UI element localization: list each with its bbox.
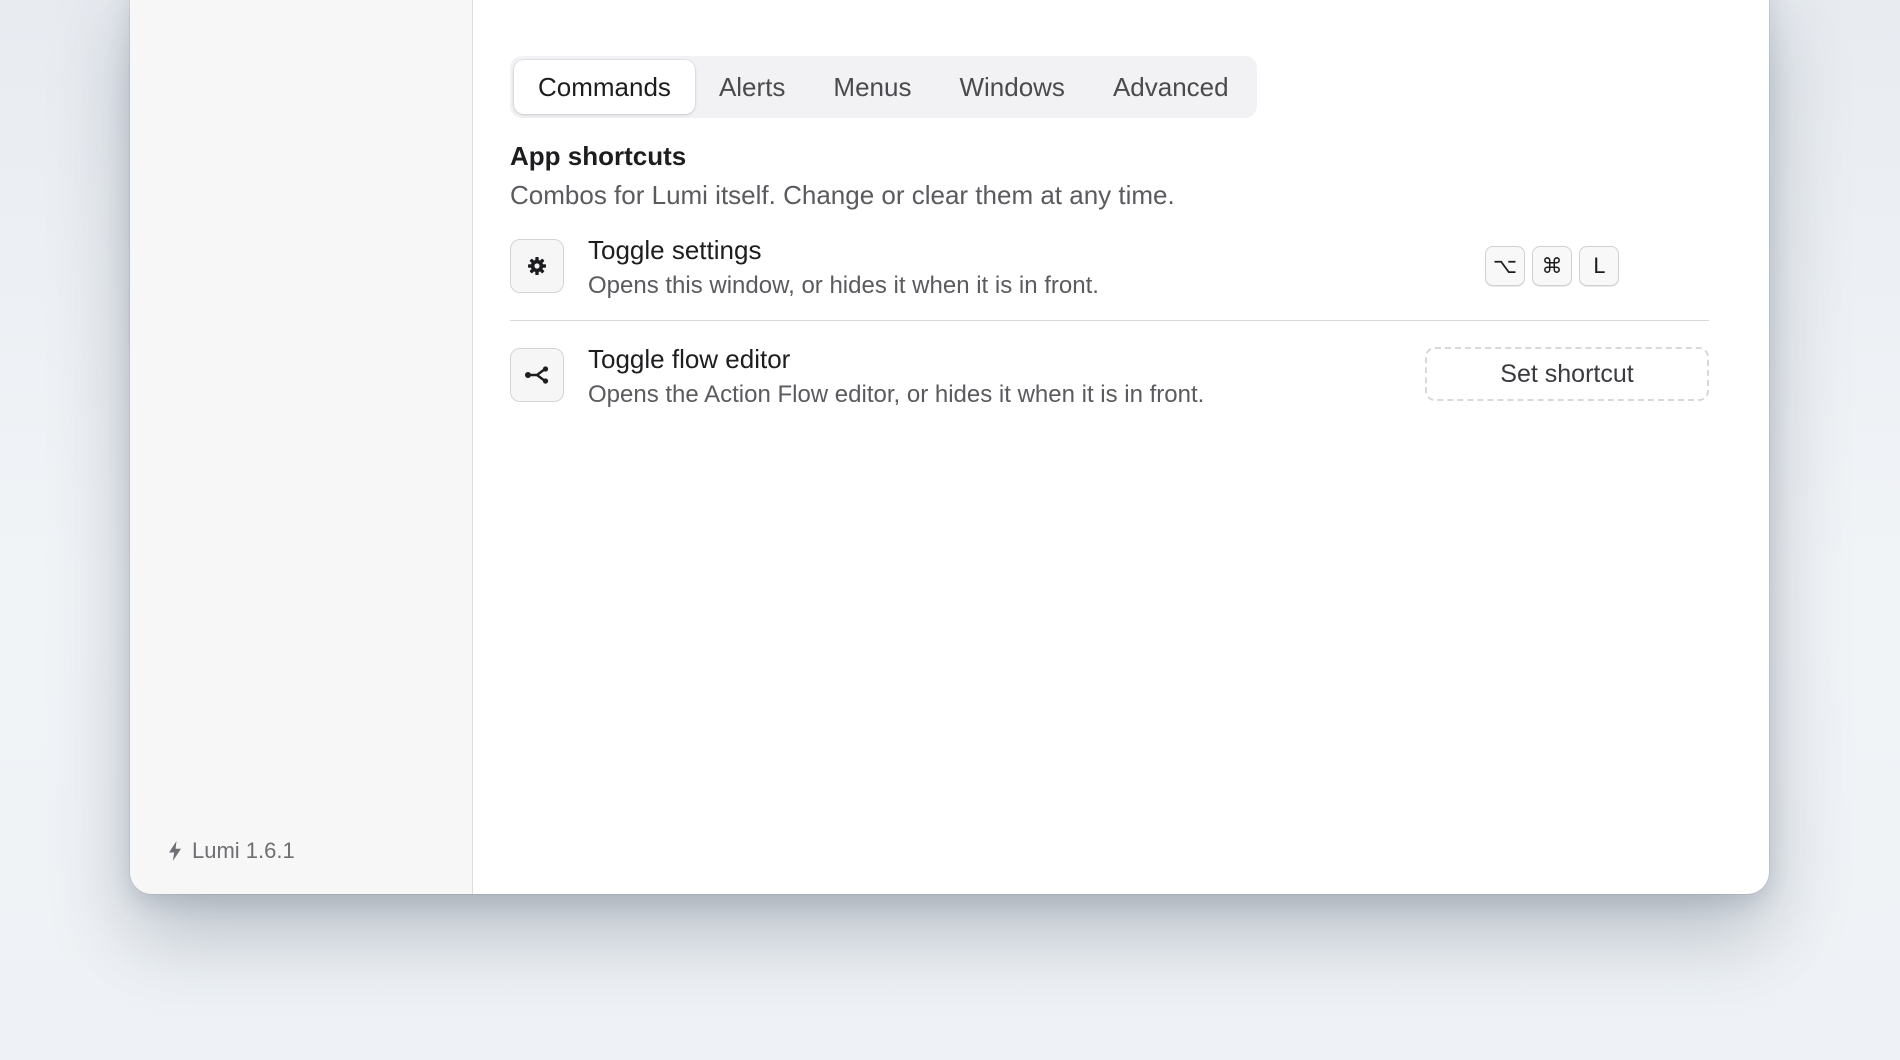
shortcut-recorder[interactable]: ⌥ ⌘ L — [1485, 246, 1619, 286]
tab-alerts[interactable]: Alerts — [695, 60, 809, 114]
gear-icon — [510, 239, 564, 293]
shortcut-title: Toggle settings — [588, 235, 762, 265]
bolt-icon — [168, 841, 182, 861]
tab-commands[interactable]: Commands — [514, 60, 695, 114]
set-shortcut-button[interactable]: Set shortcut — [1425, 347, 1709, 401]
settings-window: Lumi 1.6.1 Commands Alerts Menus Windows… — [130, 0, 1769, 894]
tab-menus[interactable]: Menus — [809, 60, 935, 114]
desktop-background: Lumi 1.6.1 Commands Alerts Menus Windows… — [0, 0, 1900, 1060]
flow-icon — [510, 348, 564, 402]
app-version: Lumi 1.6.1 — [168, 838, 295, 864]
sidebar: Lumi 1.6.1 — [130, 0, 473, 894]
version-label: Lumi 1.6.1 — [192, 838, 295, 863]
shortcut-row-toggle-flow-editor: Toggle flow editor Opens the Action Flow… — [510, 329, 1709, 429]
section-description: Combos for Lumi itself. Change or clear … — [510, 180, 1175, 210]
section-title: App shortcuts — [510, 141, 687, 171]
shortcut-description: Opens this window, or hides it when it i… — [588, 272, 1099, 299]
command-key: ⌘ — [1532, 246, 1572, 286]
option-key: ⌥ — [1485, 246, 1525, 286]
shortcut-description: Opens the Action Flow editor, or hides i… — [588, 381, 1205, 408]
tab-bar: Commands Alerts Menus Windows Advanced — [510, 56, 1257, 118]
tab-windows[interactable]: Windows — [935, 60, 1088, 114]
l-key: L — [1579, 246, 1619, 286]
tab-advanced[interactable]: Advanced — [1089, 60, 1253, 114]
shortcut-row-toggle-settings: Toggle settings Opens this window, or hi… — [510, 220, 1709, 321]
shortcut-title: Toggle flow editor — [588, 344, 791, 374]
main-content: Commands Alerts Menus Windows Advanced A… — [473, 0, 1769, 894]
